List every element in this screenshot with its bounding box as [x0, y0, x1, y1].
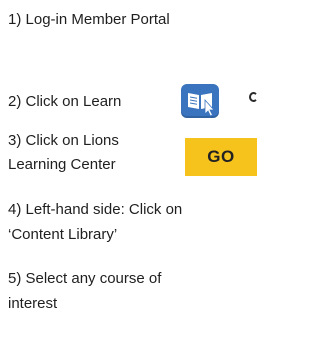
step-1-text: 1) Log-in Member Portal	[8, 11, 170, 28]
step-3-text: 3) Click on Lions	[8, 132, 119, 149]
step-2-text: 2) Click on Learn	[8, 93, 122, 110]
step-5-text: 5) Select any course of	[8, 270, 162, 287]
step-5-text-continued: interest	[8, 295, 58, 312]
step-3-text-continued: Learning Center	[8, 156, 116, 173]
cropped-glyph	[249, 92, 258, 102]
step-4-text-continued: ‘Content Library’	[8, 226, 118, 243]
go-button[interactable]: GO	[185, 138, 257, 176]
step-4-text: 4) Left-hand side: Click on	[8, 201, 183, 218]
learn-icon[interactable]	[181, 84, 219, 118]
